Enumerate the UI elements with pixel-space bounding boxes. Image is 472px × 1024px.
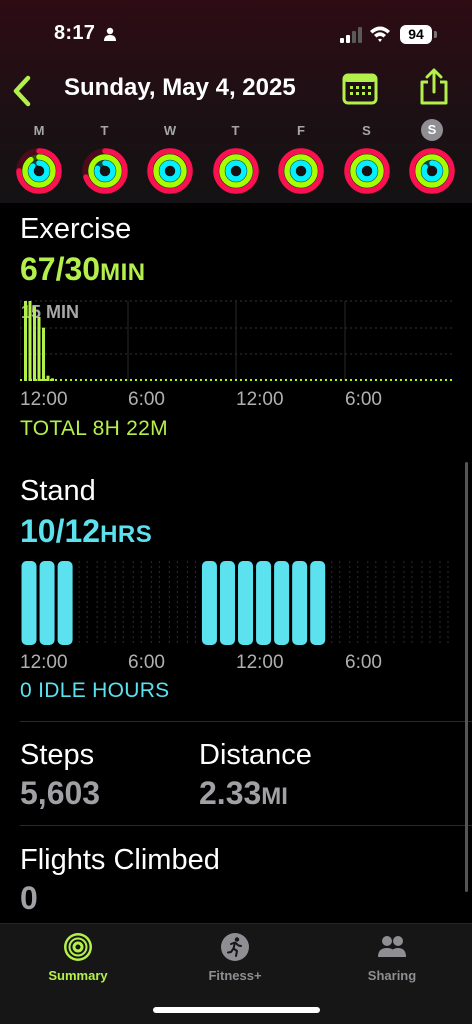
steps-label: Steps: [20, 739, 95, 771]
status-time: 8:17: [54, 22, 96, 44]
stand-bar: [39, 561, 55, 645]
flights-label: Flights Climbed: [20, 844, 220, 876]
header: 8:17 94 Sunday, May 4, 2025 M T W T F S …: [0, 0, 472, 203]
day-3[interactable]: T: [209, 118, 263, 200]
stand-chart: [21, 561, 449, 645]
stand-bar: [310, 561, 326, 645]
stand-bar: [292, 561, 308, 645]
home-indicator[interactable]: [153, 1007, 320, 1013]
day-6[interactable]: S: [405, 118, 459, 200]
stand-ring: [290, 160, 312, 182]
activity-rings-icon: [64, 933, 92, 961]
calendar-icon[interactable]: [342, 73, 378, 105]
tab-label: Fitness+: [208, 968, 262, 983]
battery-indicator: 94: [400, 25, 432, 44]
day-letter: T: [231, 123, 240, 138]
exercise-bar: [46, 375, 50, 381]
stand-bar: [274, 561, 290, 645]
tab-summary[interactable]: Summary: [18, 932, 138, 992]
exercise-title: Exercise: [20, 213, 132, 245]
day-letter: F: [297, 123, 305, 138]
day-4[interactable]: F: [274, 118, 328, 200]
exercise-bar: [37, 317, 41, 381]
tab-fitness-plus[interactable]: Fitness+: [175, 932, 295, 992]
divider: [20, 825, 472, 826]
person-icon: [104, 27, 116, 41]
day-detail[interactable]: Exercise 67/30MIN 15 MIN 12:00 6:00 12:0…: [0, 203, 472, 923]
page-title: Sunday, May 4, 2025: [64, 74, 296, 101]
stand-ring: [159, 160, 181, 182]
tab-sharing[interactable]: Sharing: [332, 932, 452, 992]
stand-value: 10/12HRS: [20, 513, 152, 550]
exercise-bar: [33, 306, 36, 381]
exercise-chart: 15 MIN: [20, 300, 453, 381]
day-5[interactable]: S: [340, 118, 394, 200]
day-letter: S: [421, 119, 443, 141]
day-letter: S: [362, 123, 371, 138]
scrollbar[interactable]: [465, 462, 468, 892]
exercise-bar: [51, 378, 54, 381]
exercise-axis-label: 6:00: [128, 389, 165, 410]
exercise-bar: [24, 301, 27, 381]
stand-axis-label: 12:00: [20, 652, 68, 673]
activity-rings: [147, 148, 193, 194]
flights-value: 0: [20, 880, 38, 916]
stand-ring: [421, 160, 443, 182]
exercise-value-number: 67/30: [20, 251, 101, 287]
stand-title: Stand: [20, 475, 96, 507]
stand-ring: [224, 160, 247, 182]
stand-bar: [201, 561, 217, 645]
distance-value-unit: MI: [261, 783, 288, 810]
stand-ring: [355, 160, 378, 182]
day-2[interactable]: W: [143, 118, 197, 200]
back-chevron-icon[interactable]: [10, 74, 34, 108]
exercise-bar: [28, 301, 32, 381]
running-figure-icon: [221, 933, 249, 961]
share-icon[interactable]: [418, 68, 450, 106]
stand-value-number: 10/12: [20, 513, 101, 549]
people-icon: [378, 936, 406, 957]
stand-axis-label: 6:00: [128, 652, 165, 673]
distance-value-number: 2.33: [199, 775, 262, 811]
day-1[interactable]: T: [78, 118, 132, 200]
day-0[interactable]: M: [12, 118, 66, 200]
battery-nub: [434, 31, 437, 38]
exercise-axis-label: 12:00: [236, 389, 284, 410]
tab-label: Summary: [48, 968, 108, 983]
exercise-bar: [42, 327, 45, 381]
steps-value: 5,603: [20, 775, 101, 811]
activity-rings: [409, 148, 455, 194]
status-bar: 8:17 94: [0, 0, 472, 64]
divider: [20, 721, 472, 722]
week-strip: MTWTFSS: [0, 118, 472, 203]
stand-bar: [219, 561, 235, 645]
stand-bar: [21, 561, 37, 645]
distance-label: Distance: [199, 739, 312, 771]
exercise-axis-label: 12:00: [20, 389, 68, 410]
activity-rings: [212, 148, 259, 194]
exercise-value-unit: MIN: [100, 259, 146, 286]
stand-axis-label: 12:00: [236, 652, 284, 673]
distance-value: 2.33MI: [199, 775, 288, 812]
day-letter: W: [163, 123, 177, 138]
exercise-total: TOTAL 8H 22M: [20, 417, 168, 440]
stand-value-unit: HRS: [100, 521, 153, 548]
exercise-value: 67/30MIN: [20, 251, 146, 288]
stand-bar: [238, 561, 254, 645]
stand-bar: [57, 561, 73, 645]
stand-ring: [28, 160, 50, 182]
activity-rings: [278, 148, 324, 194]
activity-rings: [343, 148, 390, 194]
activity-rings: [81, 148, 128, 194]
tab-label: Sharing: [367, 968, 417, 983]
stand-idle-hours: 0 IDLE HOURS: [20, 679, 170, 702]
stand-bar: [256, 561, 272, 645]
activity-rings: [16, 148, 62, 194]
exercise-axis-label: 6:00: [345, 389, 382, 410]
stand-axis-label: 6:00: [345, 652, 382, 673]
day-letter: M: [33, 123, 45, 138]
wifi-icon: [370, 26, 390, 42]
day-letter: T: [100, 123, 109, 138]
cellular-signal-icon: [340, 27, 362, 43]
